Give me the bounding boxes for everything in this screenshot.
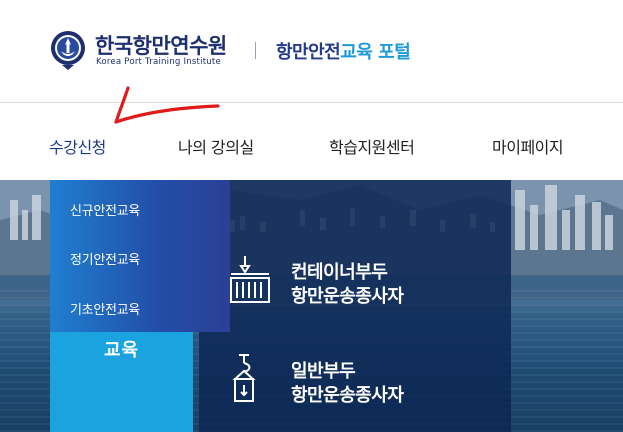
- worker-category-panel: 컨테이너부두 항만운송종사자 일반부두 항만운송종사자: [199, 180, 511, 432]
- nav-item-my-classroom[interactable]: 나의 강의실: [178, 134, 254, 158]
- dropdown-item-basic-safety[interactable]: 기초안전교육: [70, 299, 140, 318]
- site-logo[interactable]: 한국항만연수원 Korea Port Training Institute: [49, 28, 239, 74]
- portal-title[interactable]: 항만안전교육 포털: [276, 38, 411, 64]
- card1-line2: 항만운송종사자: [291, 286, 404, 307]
- education-tile[interactable]: 교육: [50, 318, 193, 432]
- portal-title-part2: 교육 포털: [340, 42, 411, 63]
- portal-title-part1: 항만안전: [276, 42, 341, 63]
- enrollment-dropdown-menu: 신규안전교육 정기안전교육 기초안전교육: [50, 180, 230, 332]
- nav-item-enrollment[interactable]: 수강신청: [49, 134, 106, 158]
- site-header: 한국항만연수원 Korea Port Training Institute 항만…: [0, 0, 623, 103]
- nav-item-my-page[interactable]: 마이페이지: [492, 134, 564, 158]
- card1-line1: 컨테이너부두: [291, 262, 388, 283]
- container-crane-icon: [230, 256, 270, 303]
- education-tile-label: 교육: [103, 340, 140, 361]
- dropdown-item-regular-safety[interactable]: 정기안전교육: [70, 249, 140, 268]
- card2-line2: 항만운송종사자: [291, 385, 404, 406]
- main-nav: 수강신청 나의 강의실 학습지원센터 마이페이지: [0, 104, 623, 180]
- nav-item-learning-support[interactable]: 학습지원센터: [329, 134, 415, 158]
- general-terminal-card[interactable]: 일반부두 항만운송종사자: [199, 345, 511, 425]
- logo-korean-text: 한국항만연수원: [95, 34, 227, 58]
- red-annotation-stroke: [114, 86, 220, 124]
- card2-line1: 일반부두: [291, 361, 356, 382]
- cargo-hook-icon: [232, 354, 256, 402]
- container-terminal-card[interactable]: 컨테이너부두 항만운송종사자: [199, 246, 511, 326]
- logo-english-text: Korea Port Training Institute: [96, 57, 221, 67]
- dropdown-item-new-safety[interactable]: 신규안전교육: [70, 200, 140, 219]
- header-divider: [255, 42, 256, 59]
- kpti-emblem-icon: [51, 31, 85, 70]
